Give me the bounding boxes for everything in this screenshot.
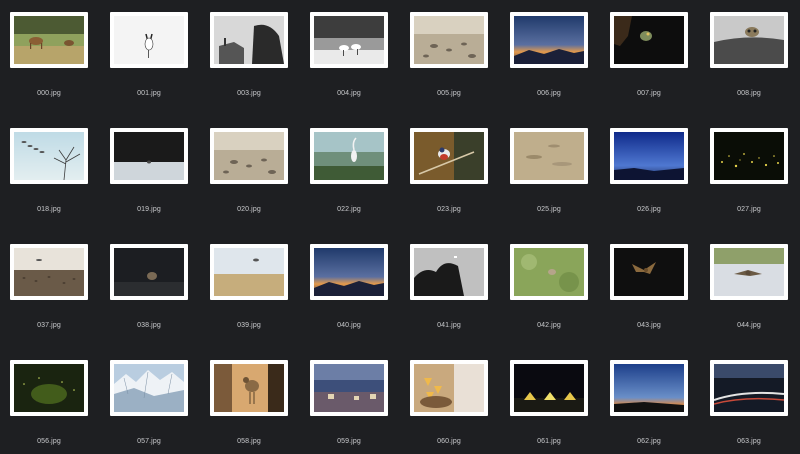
file-thumbnail[interactable] [610,244,688,300]
file-thumbnail[interactable] [10,128,88,184]
photo-preview [314,364,384,412]
file-thumbnail[interactable] [410,128,488,184]
file-thumbnail[interactable] [410,12,488,68]
photo-preview [114,16,184,64]
file-name-label[interactable]: 006.jpg [504,90,594,97]
photo-preview [614,132,684,180]
photo-preview [414,364,484,412]
file-name-label[interactable]: 040.jpg [304,322,394,329]
photo-preview [14,364,84,412]
file-thumbnail[interactable] [310,360,388,416]
file-name-label[interactable]: 023.jpg [404,206,494,213]
photo-preview [514,16,584,64]
file-name-label[interactable]: 038.jpg [104,322,194,329]
file-name-label[interactable]: 062.jpg [604,438,694,445]
file-thumbnail[interactable] [110,360,188,416]
file-name-label[interactable]: 001.jpg [104,90,194,97]
file-thumbnail[interactable] [710,244,788,300]
photo-preview [714,248,784,296]
file-thumbnail[interactable] [110,12,188,68]
photo-preview [514,132,584,180]
file-thumbnail[interactable] [610,128,688,184]
photo-preview [314,16,384,64]
file-thumbnail[interactable] [210,244,288,300]
file-name-label[interactable]: 026.jpg [604,206,694,213]
file-thumbnail[interactable] [210,128,288,184]
file-thumbnail[interactable] [510,360,588,416]
photo-preview [214,364,284,412]
file-name-label[interactable]: 008.jpg [704,90,794,97]
file-name-label[interactable]: 020.jpg [204,206,294,213]
photo-preview [414,248,484,296]
photo-preview [214,16,284,64]
file-name-label[interactable]: 027.jpg [704,206,794,213]
file-thumbnail-grid: 000.jpg 001.jpg 003.jpg 004.jpg 005.jpg 006.j… [0,0,800,454]
file-thumbnail[interactable] [710,360,788,416]
file-name-label[interactable]: 004.jpg [304,90,394,97]
file-name-label[interactable]: 061.jpg [504,438,594,445]
file-thumbnail[interactable] [410,244,488,300]
photo-preview [714,364,784,412]
file-name-label[interactable]: 000.jpg [4,90,94,97]
file-name-label[interactable]: 018.jpg [4,206,94,213]
file-thumbnail[interactable] [10,360,88,416]
file-name-label[interactable]: 056.jpg [4,438,94,445]
file-thumbnail[interactable] [310,128,388,184]
file-name-label[interactable]: 043.jpg [604,322,694,329]
file-name-label[interactable]: 007.jpg [604,90,694,97]
file-name-label[interactable]: 042.jpg [504,322,594,329]
file-name-label[interactable]: 003.jpg [204,90,294,97]
file-thumbnail[interactable] [510,12,588,68]
file-name-label[interactable]: 063.jpg [704,438,794,445]
photo-preview [14,248,84,296]
photo-preview [14,16,84,64]
photo-preview [714,132,784,180]
photo-preview [114,248,184,296]
file-name-label[interactable]: 037.jpg [4,322,94,329]
file-name-label[interactable]: 059.jpg [304,438,394,445]
file-thumbnail[interactable] [10,12,88,68]
file-thumbnail[interactable] [410,360,488,416]
file-name-label[interactable]: 060.jpg [404,438,494,445]
file-thumbnail[interactable] [510,244,588,300]
photo-preview [214,132,284,180]
photo-preview [514,248,584,296]
photo-preview [114,132,184,180]
file-name-label[interactable]: 057.jpg [104,438,194,445]
file-thumbnail[interactable] [610,12,688,68]
file-thumbnail[interactable] [110,128,188,184]
file-thumbnail[interactable] [10,244,88,300]
file-thumbnail[interactable] [210,360,288,416]
photo-preview [414,132,484,180]
file-name-label[interactable]: 025.jpg [504,206,594,213]
file-thumbnail[interactable] [610,360,688,416]
photo-preview [114,364,184,412]
file-name-label[interactable]: 005.jpg [404,90,494,97]
file-name-label[interactable]: 041.jpg [404,322,494,329]
photo-preview [514,364,584,412]
photo-preview [614,16,684,64]
file-name-label[interactable]: 044.jpg [704,322,794,329]
file-name-label[interactable]: 022.jpg [304,206,394,213]
photo-preview [214,248,284,296]
file-thumbnail[interactable] [210,12,288,68]
file-name-label[interactable]: 058.jpg [204,438,294,445]
photo-preview [614,364,684,412]
file-thumbnail[interactable] [510,128,588,184]
file-name-label[interactable]: 019.jpg [104,206,194,213]
photo-preview [314,248,384,296]
photo-preview [714,16,784,64]
file-thumbnail[interactable] [710,128,788,184]
file-thumbnail[interactable] [310,244,388,300]
file-name-label[interactable]: 039.jpg [204,322,294,329]
file-thumbnail[interactable] [310,12,388,68]
file-thumbnail[interactable] [710,12,788,68]
file-thumbnail[interactable] [110,244,188,300]
photo-preview [314,132,384,180]
photo-preview [614,248,684,296]
photo-preview [414,16,484,64]
photo-preview [14,132,84,180]
